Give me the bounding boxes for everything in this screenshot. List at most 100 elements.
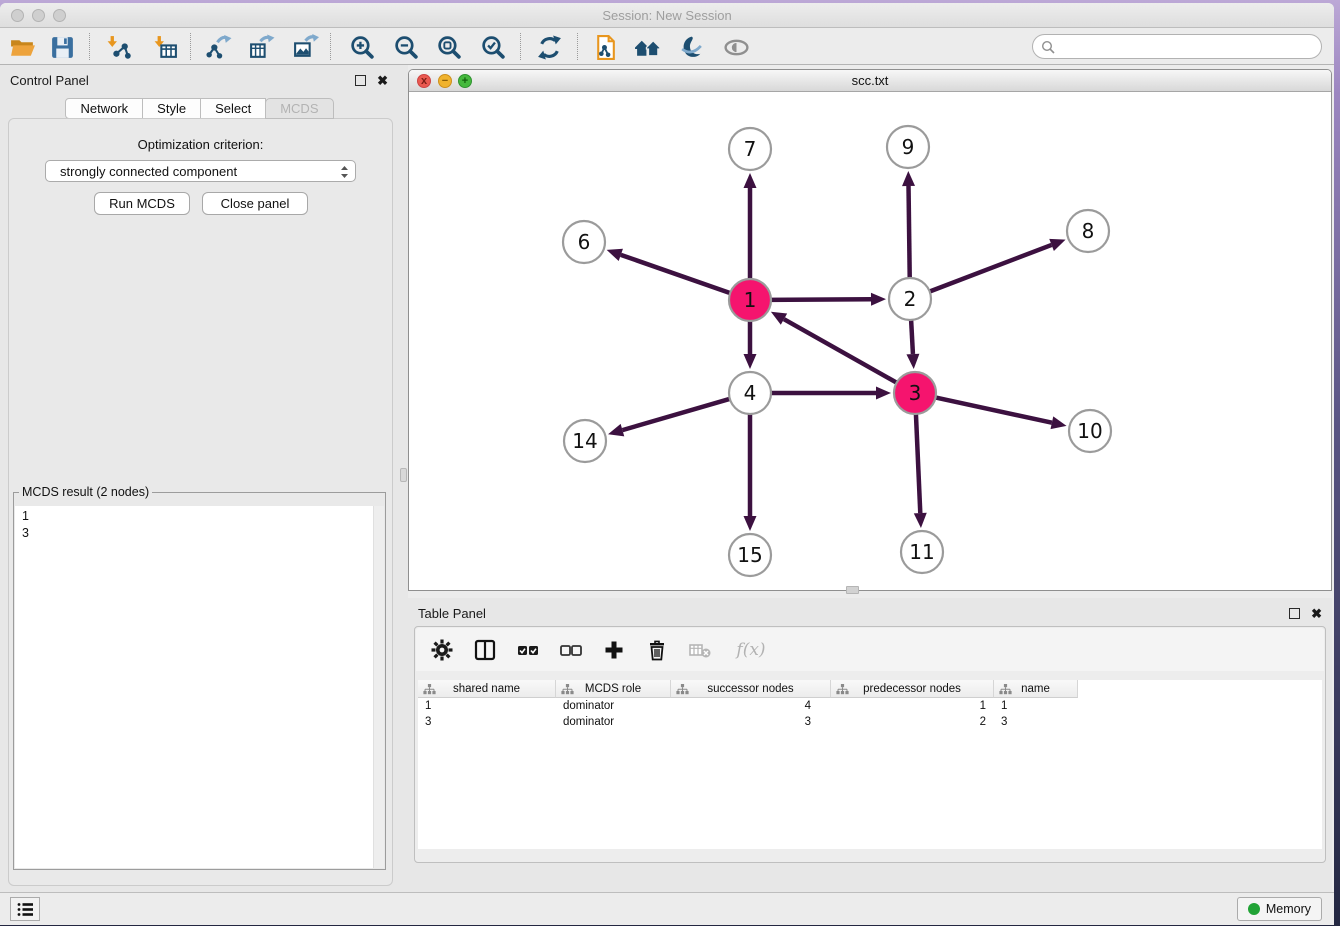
select-all-button[interactable] [514,636,542,664]
arrowhead-4-3 [876,387,891,400]
stepper-icon [339,163,350,181]
trash-button[interactable] [643,636,671,664]
zoom-in-button[interactable] [344,31,380,63]
network-graph: 7968124314101511 [409,92,1331,590]
refresh-view-button[interactable] [531,31,567,63]
node-label-11: 11 [909,540,934,564]
table-row[interactable]: 1dominator411 [418,698,1322,714]
import-network-icon [105,34,132,61]
node-label-10: 10 [1077,419,1102,443]
table-row[interactable]: 3dominator323 [418,714,1322,730]
close-panel-icon[interactable]: ✖ [1311,606,1322,622]
add-button[interactable] [600,636,628,664]
memory-button[interactable]: Memory [1237,897,1322,921]
search-input[interactable] [1061,36,1311,57]
table-cell[interactable]: dominator [556,714,671,730]
column-header-mcds-role[interactable]: MCDS role [556,680,671,698]
network-window-titlebar[interactable]: x − + scc.txt [409,70,1331,92]
zoom-fit-button[interactable] [431,31,467,63]
app-title: Session: New Session [0,3,1334,28]
float-panel-icon[interactable] [355,75,366,86]
clone-network-button[interactable] [587,31,623,63]
table-panel-title: Table Panel [418,604,486,624]
node-label-4: 4 [744,381,757,405]
gear-button[interactable] [428,636,456,664]
float-panel-icon[interactable] [1289,608,1300,619]
table-cell[interactable]: 1 [994,698,1078,714]
edge-1-6[interactable] [621,255,732,294]
edge-3-1[interactable] [784,319,898,384]
close-panel-icon[interactable]: ✖ [377,73,388,89]
edge-2-9[interactable] [909,186,910,280]
horizontal-splitter-grip[interactable] [846,586,859,594]
edge-3-11[interactable] [916,412,920,513]
node-label-8: 8 [1082,219,1095,243]
mcds-tab-content: Optimization criterion: strongly connect… [8,118,393,886]
application-window: Session: New Session [0,3,1334,925]
column-header-successor-nodes[interactable]: successor nodes [671,680,831,698]
table-cell[interactable]: dominator [556,698,671,714]
column-header-predecessor-nodes[interactable]: predecessor nodes [831,680,994,698]
column-header-name[interactable]: name [994,680,1078,698]
edge-4-14[interactable] [622,398,731,430]
arrowhead-4-15 [744,516,757,531]
zoom-selected-icon [480,34,507,61]
arrowhead-1-6 [607,249,623,261]
table-cell[interactable]: 1 [418,698,556,714]
splitter-grip[interactable] [400,468,407,482]
deselect-all-button[interactable] [557,636,585,664]
task-history-button[interactable] [10,897,40,921]
optimization-label: Optimization criterion: [9,137,392,152]
toolbar-separator [330,33,331,60]
table-body: 1dominator4113dominator323 [418,698,1322,730]
homes-icon [634,34,663,61]
vertical-splitter[interactable] [400,65,408,896]
main-toolbar [0,29,1334,65]
import-table-button[interactable] [147,31,183,63]
table-cell[interactable]: 3 [671,714,831,730]
edge-3-10[interactable] [934,397,1052,423]
export-image-button[interactable] [287,31,323,63]
table-cell[interactable]: 4 [671,698,831,714]
table-cell[interactable]: 3 [418,714,556,730]
split-columns-button[interactable] [471,636,499,664]
open-folder-icon [9,34,36,61]
result-scrollbar[interactable] [373,506,384,868]
edge-2-8[interactable] [928,245,1052,292]
delete-table-button [686,636,714,664]
node-label-6: 6 [578,230,591,254]
close-panel-button[interactable]: Close panel [202,192,308,215]
edge-2-3[interactable] [911,318,913,354]
fx-icon: f(x) [736,640,765,660]
toolbar-separator [577,33,578,60]
export-table-icon [248,34,275,61]
table-cell[interactable]: 1 [831,698,994,714]
tab-select[interactable]: Select [200,98,266,119]
table-cell[interactable]: 3 [994,714,1078,730]
zoom-selected-button[interactable] [475,31,511,63]
zoom-out-button[interactable] [388,31,424,63]
open-file-button[interactable] [4,31,40,63]
table-cell[interactable]: 2 [831,714,994,730]
network-canvas[interactable]: 7968124314101511 [409,92,1331,590]
tab-mcds[interactable]: MCDS [265,98,333,119]
export-network-button[interactable] [200,31,236,63]
save-session-button[interactable] [44,31,80,63]
homes-button[interactable] [630,31,666,63]
import-network-button[interactable] [100,31,136,63]
tab-style[interactable]: Style [142,98,201,119]
sitemap-icon [836,684,849,695]
column-header-shared-name[interactable]: shared name [418,680,556,698]
edge-1-2[interactable] [769,299,871,300]
paint-style-button[interactable] [673,31,709,63]
mcds-result-text[interactable]: 13 [15,506,384,868]
eye-button[interactable] [718,31,754,63]
run-mcds-button[interactable]: Run MCDS [94,192,190,215]
optimization-dropdown[interactable]: strongly connected component [45,160,356,182]
column-label: shared name [453,683,520,695]
refresh-icon [536,34,563,61]
export-table-button[interactable] [243,31,279,63]
plus-icon [602,638,626,662]
column-label: successor nodes [707,683,793,695]
tab-network[interactable]: Network [65,98,143,119]
